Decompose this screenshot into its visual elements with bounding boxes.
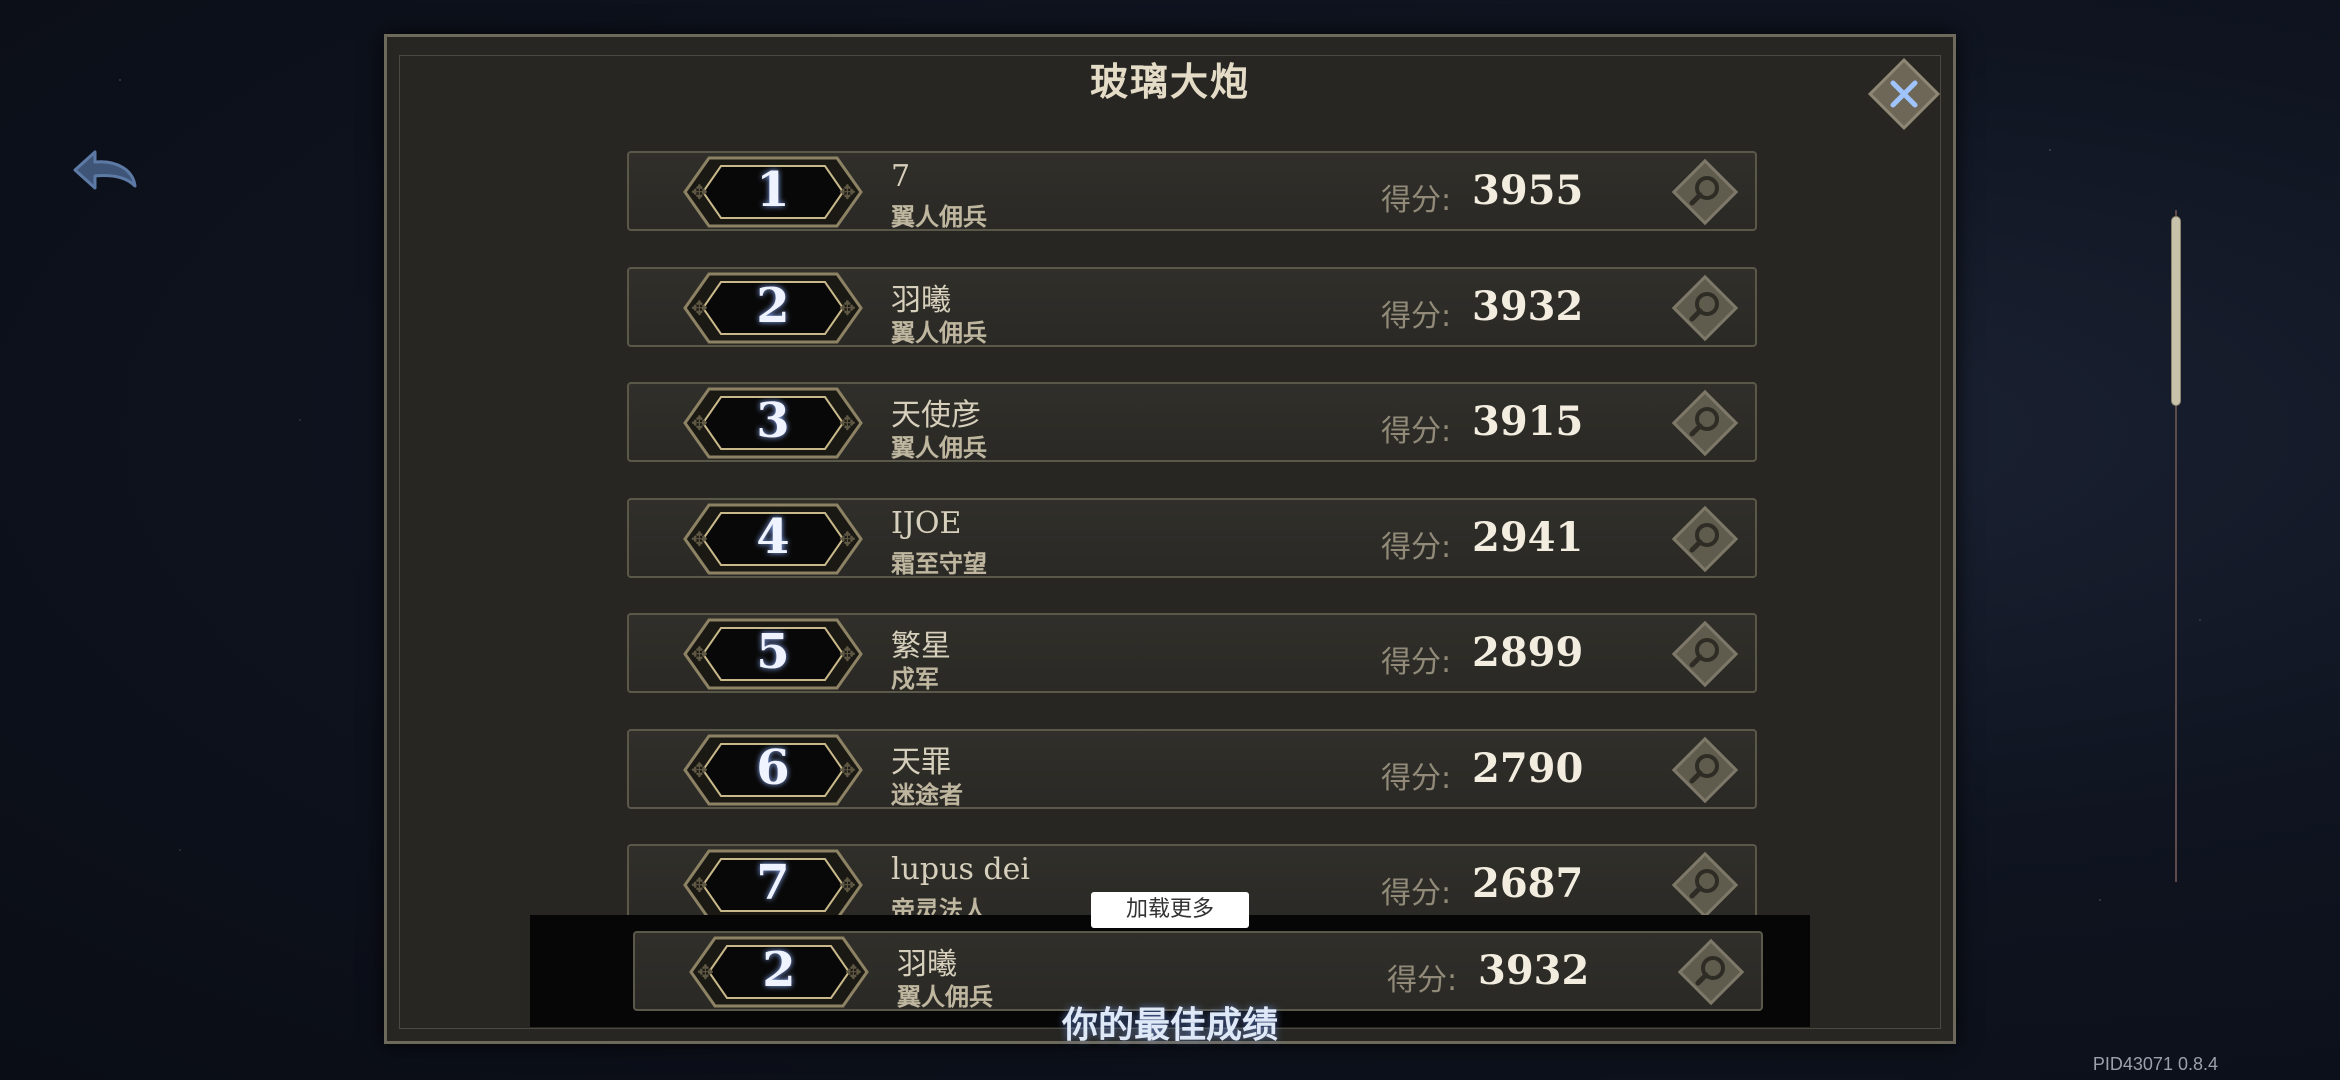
leaderboard-row[interactable]: ✥ ✥ 5 繁星 戍军 得分: 2899	[627, 613, 1757, 693]
rank-number: 5	[756, 624, 790, 680]
panel-title: 玻璃大炮	[1089, 60, 1250, 104]
magnifier-icon	[1671, 389, 1739, 457]
player-name: IJOE	[891, 505, 962, 541]
magnifier-icon	[1671, 274, 1739, 341]
score-value: 3955	[1472, 167, 1584, 214]
player-class: 戍军	[891, 665, 939, 693]
inspect-button[interactable]	[1669, 272, 1741, 344]
inspect-button[interactable]	[1669, 156, 1741, 228]
scroll-thumb[interactable]	[2171, 216, 2181, 406]
leaderboard-row[interactable]: ✥ ✥ 4 IJOE 霜至守望 得分: 2941	[627, 497, 1757, 578]
score-value: 2687	[1472, 860, 1584, 907]
rank-badge: ✥ ✥ 5	[681, 616, 865, 692]
inspect-button[interactable]	[1669, 503, 1741, 575]
rank-badge: ✥ ✥ 3	[681, 385, 865, 461]
score-value: 3915	[1472, 398, 1584, 445]
score-label: 得分:	[1381, 760, 1452, 796]
leaderboard-list[interactable]: ✥ ✥ 1 7 翼人佣兵 得分: 3955 ✥ ✥ 2 羽曦 翼人佣兵 得分: …	[627, 147, 1761, 934]
score-label: 得分:	[1381, 414, 1452, 449]
magnifier-icon	[1671, 736, 1739, 803]
magnifier-icon	[1671, 620, 1739, 688]
player-class: 翼人佣兵	[891, 318, 987, 347]
close-icon	[1867, 57, 1941, 131]
scrollbar[interactable]	[2169, 202, 2183, 892]
rank-badge: ✥ ✥ 1	[681, 154, 865, 230]
close-button[interactable]	[1867, 57, 1941, 131]
rank-number: 7	[756, 855, 790, 911]
leaderboard-row[interactable]: ✥ ✥ 2 羽曦 翼人佣兵 得分: 3932	[627, 266, 1757, 347]
score-label: 得分:	[1381, 876, 1452, 911]
magnifier-icon	[1671, 851, 1739, 919]
score-value: 3932	[1472, 282, 1584, 330]
score-label: 得分:	[1381, 529, 1452, 565]
inspect-button[interactable]	[1669, 734, 1741, 806]
player-class: 迷途者	[891, 780, 963, 809]
rank-number: 4	[756, 508, 790, 565]
rank-number: 2	[756, 277, 790, 334]
score-label: 得分:	[1381, 183, 1452, 218]
back-button[interactable]	[55, 140, 145, 205]
inspect-button[interactable]	[1669, 618, 1741, 690]
back-arrow-icon	[73, 150, 137, 190]
score-label: 得分:	[1381, 645, 1452, 680]
rank-badge: ✥ ✥ 2	[681, 270, 865, 346]
player-name: 7	[891, 159, 911, 194]
rank-number: 1	[756, 162, 790, 218]
magnifier-icon	[1671, 505, 1739, 572]
player-class: 霜至守望	[891, 549, 987, 578]
score-value: 2790	[1472, 744, 1584, 792]
leaderboard-row[interactable]: ✥ ✥ 3 天使彦 翼人佣兵 得分: 3915	[627, 382, 1757, 462]
rank-badge: ✥ ✥ 7	[681, 847, 865, 923]
rank-badge: ✥ ✥ 6	[681, 732, 865, 808]
rank-number: 2	[762, 942, 796, 998]
rank-number: 6	[756, 739, 790, 796]
score-label: 得分:	[1381, 298, 1452, 334]
leaderboard-row[interactable]: ✥ ✥ 6 天罪 迷途者 得分: 2790	[627, 728, 1757, 809]
player-class: 翼人佣兵	[891, 203, 987, 231]
version-label: PID43071 0.8.4	[2092, 1054, 2218, 1074]
magnifier-icon	[1671, 158, 1739, 226]
inspect-button[interactable]	[1669, 387, 1741, 459]
player-name: lupus dei	[891, 852, 1030, 887]
score-label: 得分:	[1387, 963, 1458, 998]
rank-number: 3	[756, 393, 790, 449]
player-class: 翼人佣兵	[891, 434, 987, 462]
inspect-button[interactable]	[1669, 849, 1741, 921]
score-value: 3932	[1478, 947, 1590, 994]
load-more-button[interactable]: 加载更多	[1091, 892, 1249, 928]
score-value: 2941	[1472, 513, 1584, 561]
leaderboard-row[interactable]: ✥ ✥ 1 7 翼人佣兵 得分: 3955	[627, 151, 1757, 231]
best-score-caption: 你的最佳成绩	[1061, 1005, 1278, 1046]
score-value: 2899	[1472, 629, 1584, 676]
rank-badge: ✥ ✥ 4	[681, 501, 865, 577]
